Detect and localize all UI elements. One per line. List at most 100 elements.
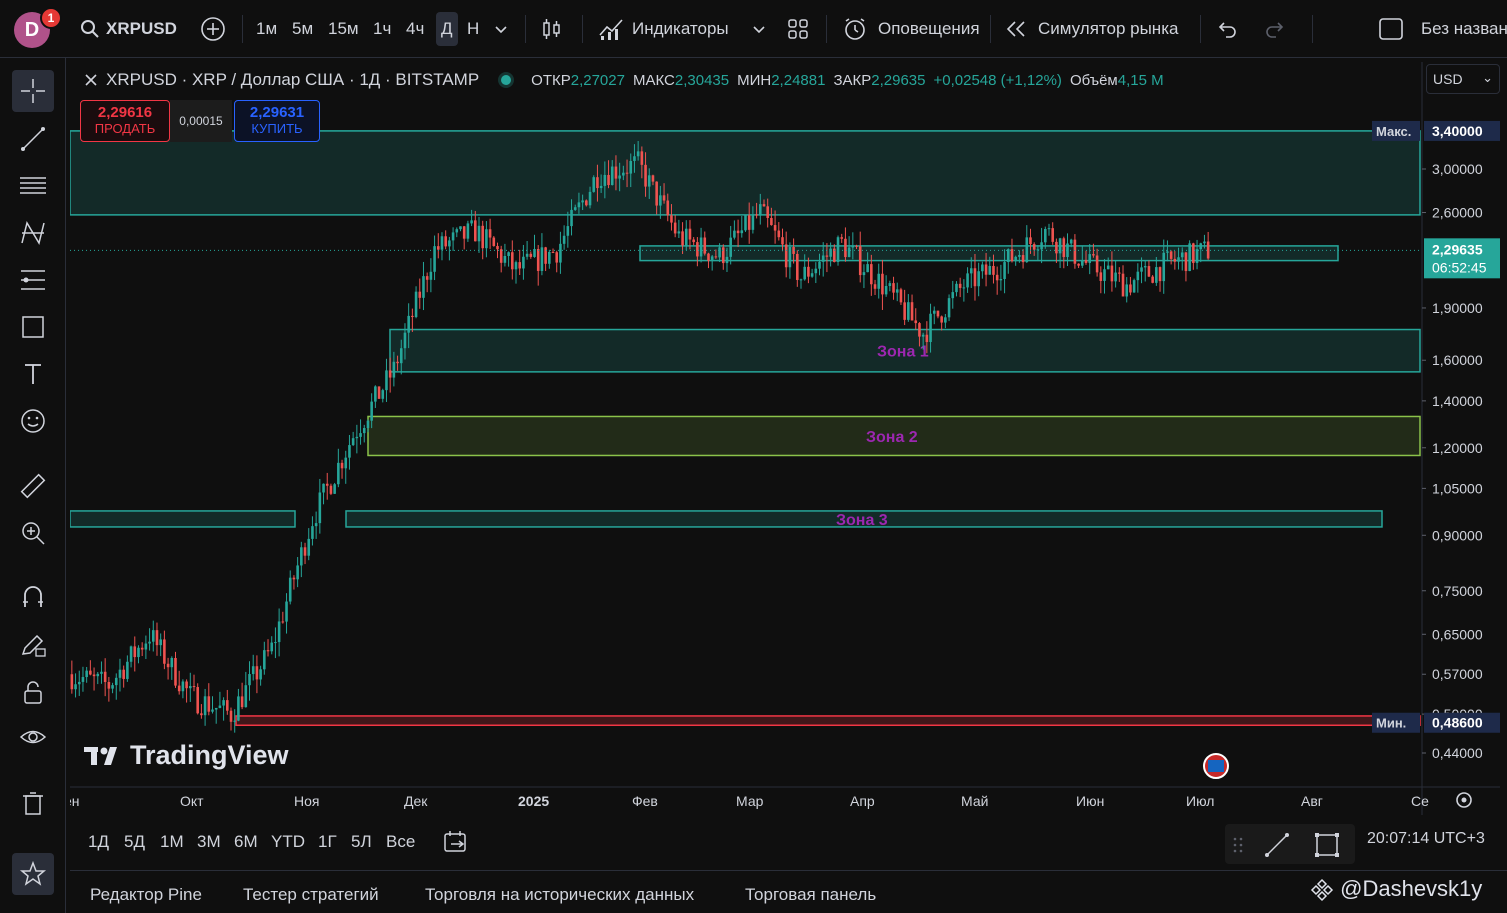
market-simulator-button[interactable]: Симулятор рынка: [1004, 0, 1178, 58]
tab-trading-panel[interactable]: Торговая панель: [745, 885, 876, 905]
sell-button[interactable]: 2,29616 ПРОДАТЬ: [80, 100, 170, 142]
candle-body: [322, 483, 325, 493]
measure-tool[interactable]: [12, 465, 54, 507]
divider: [525, 15, 526, 43]
redo-icon: [1266, 22, 1284, 38]
candle-body: [470, 220, 473, 224]
price-chart[interactable]: Зона 1 Зона 2 Зона 3 3,00000 2,60000 1,90000 1…: [70, 62, 1500, 815]
range-1y[interactable]: 1Г: [318, 818, 337, 866]
flag-canton: [1208, 760, 1224, 772]
candle-body: [1055, 241, 1058, 254]
tab-replay-trading[interactable]: Торговля на исторических данных: [425, 885, 694, 905]
legend-title[interactable]: XRPUSD · XRP / Доллар США · 1Д · BITSTAM…: [106, 70, 479, 90]
lock-drawings-tool[interactable]: [12, 671, 54, 713]
spread-value: 0,00015: [170, 100, 232, 142]
magnet-tool[interactable]: [12, 576, 54, 618]
candle-body: [159, 639, 162, 646]
interval-1d[interactable]: Д: [436, 12, 458, 46]
range-6m[interactable]: 6М: [234, 818, 258, 866]
indicators-button[interactable]: Индикаторы: [598, 0, 729, 58]
indicators-icon: [599, 19, 623, 40]
candle-body: [1199, 243, 1203, 250]
candle-body: [855, 245, 858, 247]
candle-body: [518, 262, 522, 269]
grid-icon: [788, 19, 808, 39]
interval-15m[interactable]: 15м: [328, 0, 359, 58]
layout-name-button[interactable]: Без назван: [1378, 0, 1507, 58]
range-3m[interactable]: 3М: [197, 818, 221, 866]
compare-symbol-button[interactable]: [200, 0, 226, 58]
tab-pine-editor[interactable]: Редактор Pine: [90, 885, 202, 905]
candle-body: [551, 251, 555, 253]
candle-body: [973, 268, 977, 287]
candle-body: [399, 348, 403, 364]
rectangle-icon[interactable]: [1313, 831, 1341, 859]
forecast-tool[interactable]: [12, 259, 54, 301]
divider: [990, 15, 991, 43]
go-to-date-button[interactable]: [443, 818, 469, 866]
candle-body: [884, 285, 888, 295]
stay-in-drawing-mode-tool[interactable]: [12, 624, 54, 666]
tab-strategy-tester[interactable]: Тестер стратегий: [243, 885, 379, 905]
chart-type-button[interactable]: [540, 0, 564, 58]
interval-1h[interactable]: 1ч: [373, 0, 391, 58]
candle-body: [451, 232, 455, 241]
interval-dropdown[interactable]: [494, 0, 508, 58]
chart-pane[interactable]: Зона 1 Зона 2 Зона 3 3,00000 2,60000 1,90000 1…: [70, 62, 1500, 815]
candle-body: [381, 390, 385, 399]
interval-5m[interactable]: 5м: [292, 0, 313, 58]
zone-label: Зона 3: [836, 512, 888, 529]
range-1m[interactable]: 1М: [160, 818, 184, 866]
text-tool[interactable]: [12, 353, 54, 395]
candle-body: [836, 237, 840, 263]
interval-1m[interactable]: 1м: [256, 0, 277, 58]
redo-button[interactable]: [1264, 0, 1286, 58]
candle-body: [766, 206, 769, 218]
interval-4h[interactable]: 4ч: [406, 0, 424, 58]
divider: [242, 15, 243, 43]
close-icon[interactable]: [84, 73, 98, 87]
buy-button[interactable]: 2,29631 КУПИТЬ: [234, 100, 320, 142]
pattern-tool[interactable]: [12, 212, 54, 254]
zoom-tool[interactable]: [12, 512, 54, 554]
undo-button[interactable]: [1216, 0, 1238, 58]
shapes-tool[interactable]: [12, 306, 54, 348]
range-1d[interactable]: 1Д: [88, 818, 109, 866]
candle-body: [566, 226, 570, 236]
rewind-icon: [1006, 21, 1025, 37]
range-all[interactable]: Все: [386, 818, 415, 866]
range-5d[interactable]: 5Д: [124, 818, 145, 866]
candle-body: [673, 222, 677, 234]
emoji-tool[interactable]: [12, 400, 54, 442]
drag-handle-icon[interactable]: [1233, 836, 1243, 854]
candle-body: [958, 283, 962, 288]
trend-line-icon[interactable]: [1263, 831, 1291, 859]
interval-1w[interactable]: Н: [467, 0, 479, 58]
hide-drawings-tool[interactable]: [12, 716, 54, 758]
range-ytd[interactable]: YTD: [271, 818, 305, 866]
candle-body: [255, 666, 259, 680]
range-5y[interactable]: 5Л: [351, 818, 372, 866]
time-tick-label: Ноя: [294, 793, 319, 809]
zone-rect: [235, 715, 1421, 727]
crosshair-tool[interactable]: [12, 70, 54, 112]
candle-body: [333, 484, 336, 494]
alerts-button[interactable]: Оповещения: [842, 0, 980, 58]
candle-body: [903, 302, 906, 320]
timezone-clock[interactable]: 20:07:14 UTC+3: [1367, 830, 1485, 848]
trend-line-tool[interactable]: [12, 118, 54, 160]
candle-body: [758, 204, 762, 216]
plus-circle-icon: [201, 17, 225, 41]
symbol-search-button[interactable]: XRPUSD: [80, 0, 177, 58]
remove-drawings-tool[interactable]: [12, 782, 54, 824]
candle-body: [881, 273, 884, 295]
layouts-button[interactable]: [786, 0, 810, 58]
star-icon: [19, 860, 47, 886]
candle-body: [862, 272, 866, 276]
candle-body: [662, 195, 666, 201]
currency-select[interactable]: USD ⌄: [1426, 64, 1500, 94]
fib-tool[interactable]: [12, 165, 54, 207]
price-tick-label: 0,44000: [1432, 745, 1483, 761]
favorites-tool[interactable]: [12, 853, 54, 895]
indicators-dropdown[interactable]: [752, 0, 766, 58]
